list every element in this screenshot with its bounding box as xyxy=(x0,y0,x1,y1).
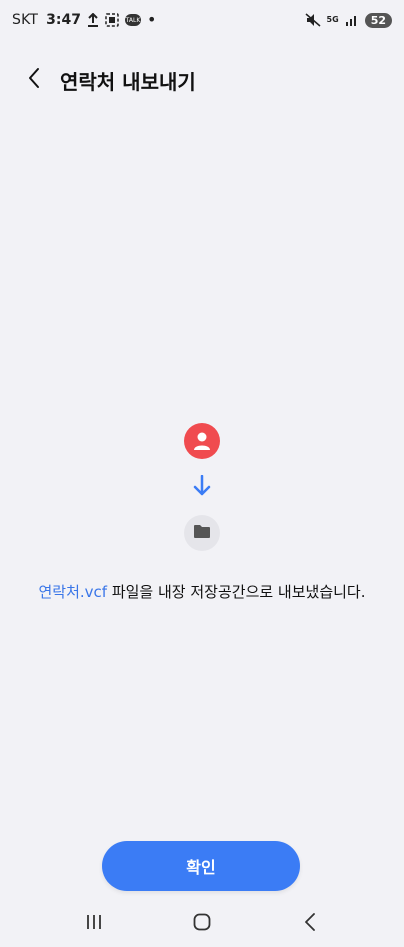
arrow-down-icon xyxy=(193,475,211,497)
exported-filename: 연락처.vcf xyxy=(38,583,108,601)
folder-icon-container xyxy=(184,515,220,551)
page-title: 연락처 내보내기 xyxy=(60,69,196,94)
home-button[interactable] xyxy=(182,904,222,944)
confirm-button[interactable]: 확인 xyxy=(102,841,300,891)
network-5g-icon: 5G xyxy=(326,15,339,24)
app-header: 연락처 내보내기 xyxy=(0,58,404,102)
contact-icon xyxy=(184,423,220,459)
home-icon xyxy=(193,913,211,935)
notification-dot: • xyxy=(146,10,157,29)
mute-icon xyxy=(305,13,321,27)
back-icon xyxy=(304,912,316,935)
export-message-text: 파일을 내장 저장공간으로 내보냈습니다. xyxy=(107,583,366,601)
screenshot-icon xyxy=(105,13,119,27)
back-button[interactable] xyxy=(12,58,56,102)
kakaotalk-icon: TALK xyxy=(124,14,141,26)
upload-icon xyxy=(87,13,99,27)
nav-back-button[interactable] xyxy=(290,904,330,944)
chevron-left-icon xyxy=(27,67,41,93)
battery-indicator: 52 xyxy=(364,12,392,28)
system-nav-bar xyxy=(0,900,404,947)
status-bar: SKT 3:47 TALK • 5G 52 xyxy=(0,0,404,40)
status-left: SKT 3:47 TALK • xyxy=(12,10,157,29)
folder-icon xyxy=(193,524,211,543)
carrier-label: SKT xyxy=(12,12,39,28)
signal-icon xyxy=(345,14,359,26)
recent-apps-icon xyxy=(85,914,103,934)
status-right: 5G 52 xyxy=(305,12,392,28)
clock: 3:47 xyxy=(46,12,81,28)
recent-apps-button[interactable] xyxy=(74,904,114,944)
export-message: 연락처.vcf 파일을 내장 저장공간으로 내보냈습니다. xyxy=(38,581,365,602)
export-result: 연락처.vcf 파일을 내장 저장공간으로 내보냈습니다. xyxy=(0,423,404,602)
